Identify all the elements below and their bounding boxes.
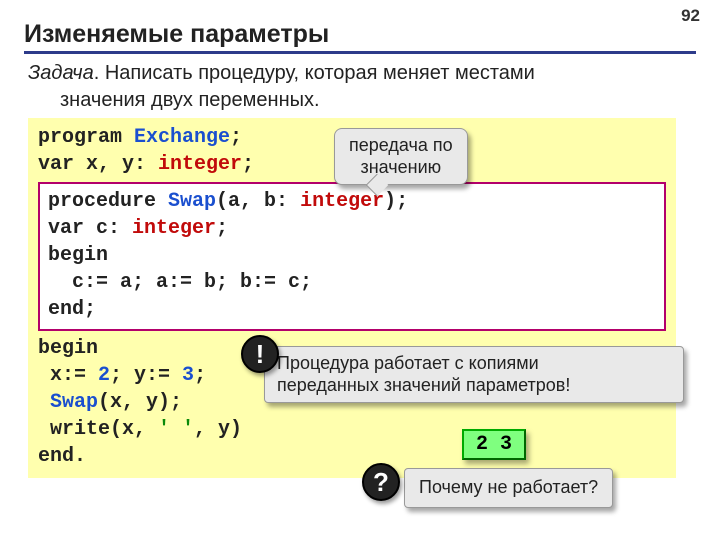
code-line: var c: integer;	[48, 215, 656, 242]
slide-title: Изменяемые параметры	[24, 20, 696, 54]
callout-line: Процедура работает с копиями	[277, 353, 539, 373]
callout-line: значению	[360, 157, 441, 177]
code-line: end;	[48, 296, 656, 323]
question-badge-icon: ?	[362, 463, 400, 501]
procedure-box: procedure Swap(a, b: integer); var c: in…	[38, 182, 666, 331]
badge-label: !	[256, 339, 265, 370]
page-number: 92	[681, 6, 700, 26]
callout-copies-note: Процедура работает с копиями переданных …	[264, 346, 684, 403]
code-line: begin	[48, 242, 656, 269]
exclamation-badge-icon: !	[241, 335, 279, 373]
code-line: write(x, ' ', y)	[38, 416, 666, 443]
code-line: end.	[38, 443, 666, 470]
badge-label: ?	[373, 467, 389, 498]
output-text: 2 3	[476, 433, 512, 456]
callout-question: Почему не работает?	[404, 468, 613, 508]
program-output: 2 3	[462, 429, 526, 460]
task-line-2: значения двух переменных.	[28, 87, 696, 114]
callout-pass-by-value: передача по значению	[334, 128, 468, 185]
code-line: procedure Swap(a, b: integer);	[48, 188, 656, 215]
task-text: Задача. Написать процедуру, которая меня…	[28, 60, 696, 114]
callout-line: переданных значений параметров!	[277, 375, 570, 395]
task-label: Задача	[28, 62, 94, 84]
callout-line: Почему не работает?	[419, 477, 598, 497]
callout-line: передача по	[349, 135, 453, 155]
task-line-1: . Написать процедуру, которая меняет мес…	[94, 62, 535, 84]
code-line: c:= a; a:= b; b:= c;	[48, 269, 656, 296]
